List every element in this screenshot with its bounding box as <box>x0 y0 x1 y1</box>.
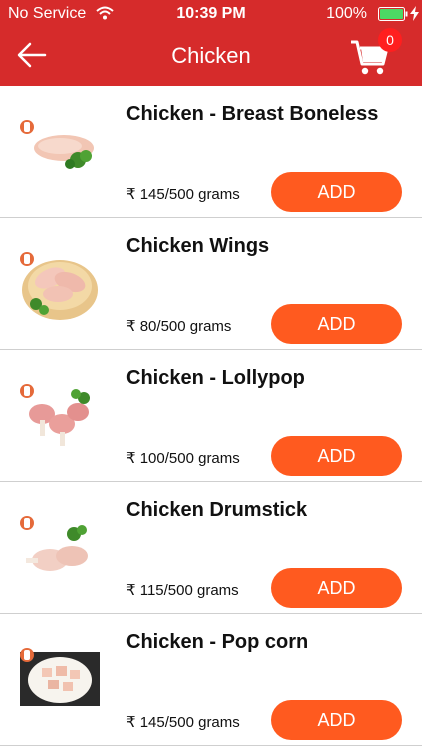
product-price: ₹ 100/500 grams <box>126 450 240 467</box>
product-name: Chicken - Lollypop <box>126 367 305 389</box>
non-veg-badge-icon <box>20 384 34 398</box>
add-to-cart-button[interactable]: ADD <box>271 568 402 608</box>
product-price: ₹ 80/500 grams <box>126 318 232 335</box>
cart-button[interactable]: 0 <box>348 28 402 80</box>
product-name: Chicken Drumstick <box>126 499 308 521</box>
add-to-cart-button[interactable]: ADD <box>271 436 402 476</box>
product-list: Chicken - Breast Boneless ₹ 145/500 gram… <box>0 86 422 746</box>
add-to-cart-button[interactable]: ADD <box>271 172 402 212</box>
product-item[interactable]: Chicken Wings ₹ 80/500 grams ADD <box>0 218 422 350</box>
product-item[interactable]: Chicken - Pop corn ₹ 145/500 grams ADD <box>0 614 422 746</box>
product-price: ₹ 145/500 grams <box>126 714 240 731</box>
product-item[interactable]: Chicken Drumstick ₹ 115/500 grams ADD <box>0 482 422 614</box>
product-name: Chicken Wings <box>126 235 270 257</box>
product-price: ₹ 115/500 grams <box>126 582 239 599</box>
battery-icon <box>378 7 408 26</box>
app-header: No Service 10:39 PM 100% Chicken 0 <box>0 0 422 86</box>
product-item[interactable]: Chicken - Breast Boneless ₹ 145/500 gram… <box>0 86 422 218</box>
non-veg-badge-icon <box>20 252 34 266</box>
battery-percentage: 100% <box>326 5 367 22</box>
charging-bolt-icon <box>410 6 419 26</box>
add-to-cart-button[interactable]: ADD <box>271 700 402 740</box>
non-veg-badge-icon <box>20 120 34 134</box>
product-item[interactable]: Chicken - Lollypop ₹ 100/500 grams ADD <box>0 350 422 482</box>
add-to-cart-button[interactable]: ADD <box>271 304 402 344</box>
non-veg-badge-icon <box>20 516 34 530</box>
non-veg-badge-icon <box>20 648 34 662</box>
status-bar: No Service 10:39 PM 100% <box>0 0 422 28</box>
cart-count-badge: 0 <box>378 28 402 52</box>
product-name: Chicken - Breast Boneless <box>126 103 379 125</box>
product-name: Chicken - Pop corn <box>126 631 309 653</box>
product-price: ₹ 145/500 grams <box>126 186 240 203</box>
